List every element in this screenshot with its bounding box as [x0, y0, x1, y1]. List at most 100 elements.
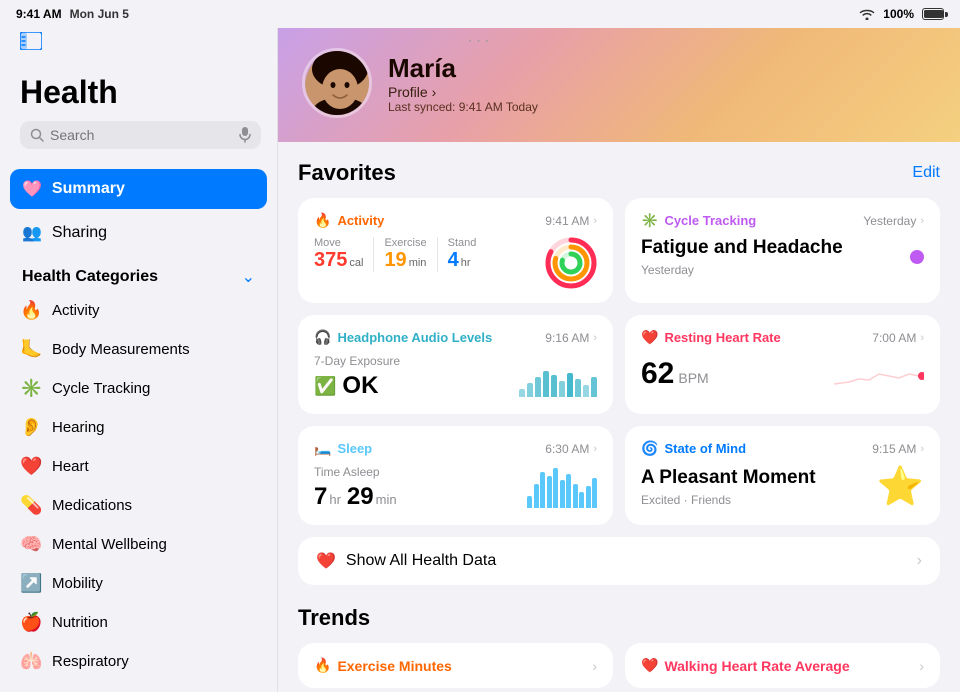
- activity-card[interactable]: 🔥 Activity 9:41 AM › Move: [298, 198, 613, 303]
- summary-icon: 🩷: [22, 179, 42, 199]
- resting-hr-card[interactable]: ❤️ Resting Heart Rate 7:00 AM › 62: [625, 315, 940, 414]
- show-all-icon: ❤️: [316, 551, 336, 571]
- activity-card-icon: 🔥: [314, 212, 331, 229]
- sidebar-item-sleep[interactable]: 🛏️ Sleep: [0, 681, 277, 692]
- resting-hr-unit: BPM: [678, 370, 708, 386]
- move-label: Move: [314, 237, 363, 249]
- sleep-card-icon: 🛏️: [314, 440, 331, 457]
- headphone-chevron-icon: ›: [593, 332, 597, 344]
- sidebar-item-hearing[interactable]: 👂 Hearing: [0, 408, 277, 447]
- stand-value: 4: [448, 249, 459, 272]
- mobility-label: Mobility: [52, 575, 103, 592]
- sidebar-item-cycle-tracking[interactable]: ✳️ Cycle Tracking: [0, 369, 277, 408]
- state-of-mind-card[interactable]: 🌀 State of Mind 9:15 AM › A Pleasant Mom…: [625, 426, 940, 525]
- cycle-symptom: Fatigue and Headache: [641, 237, 843, 259]
- sleep-label: Time Asleep: [314, 465, 397, 479]
- sidebar-item-body-measurements[interactable]: 🦶 Body Measurements: [0, 330, 277, 369]
- headphone-exposure-label: 7-Day Exposure: [314, 354, 400, 368]
- sidebar-item-heart[interactable]: ❤️ Heart: [0, 447, 277, 486]
- activity-chevron-icon: ›: [593, 215, 597, 227]
- mental-wellbeing-icon: 🧠: [20, 534, 42, 555]
- sleep-card-title: Sleep: [337, 441, 372, 456]
- sleep-min-label: min: [376, 492, 397, 507]
- sleep-bar-chart: [527, 468, 597, 508]
- stand-unit: hr: [461, 257, 471, 269]
- cycle-time: Yesterday: [863, 214, 916, 228]
- mobility-icon: ↗️: [20, 573, 42, 594]
- edit-button[interactable]: Edit: [912, 164, 940, 182]
- heart-icon: ❤️: [20, 456, 42, 477]
- search-bar[interactable]: [20, 121, 261, 149]
- cycle-tracking-label: Cycle Tracking: [52, 380, 150, 397]
- nav-item-summary[interactable]: 🩷 Summary: [10, 169, 267, 209]
- cycle-chevron-icon: ›: [920, 215, 924, 227]
- mind-value: A Pleasant Moment: [641, 467, 816, 489]
- respiratory-label: Respiratory: [52, 653, 129, 670]
- headphone-card[interactable]: 🎧 Headphone Audio Levels 9:16 AM › 7-Day…: [298, 315, 613, 414]
- sharing-label: Sharing: [52, 224, 107, 242]
- cycle-tracking-icon: ✳️: [20, 378, 42, 399]
- battery-icon: [922, 8, 944, 20]
- move-value: 375: [314, 249, 347, 272]
- profile-info: María Profile › Last synced: 9:41 AM Tod…: [388, 53, 538, 114]
- profile-header: María Profile › Last synced: 9:41 AM Tod…: [278, 28, 960, 142]
- nav-item-sharing[interactable]: 👥 Sharing: [10, 213, 267, 253]
- medications-label: Medications: [52, 497, 132, 514]
- profile-name: María: [388, 53, 538, 84]
- profile-link[interactable]: Profile ›: [388, 84, 538, 100]
- nutrition-icon: 🍎: [20, 612, 42, 633]
- cycle-card-icon: ✳️: [641, 212, 658, 229]
- sleep-chevron-icon: ›: [593, 443, 597, 455]
- resting-hr-chevron-icon: ›: [920, 332, 924, 344]
- activity-label: Activity: [52, 302, 100, 319]
- profile-sync: Last synced: 9:41 AM Today: [388, 100, 538, 114]
- hearing-label: Hearing: [52, 419, 105, 436]
- exercise-label: Exercise: [384, 237, 426, 249]
- star-icon: ⭐: [877, 465, 924, 509]
- resting-hr-value: 62: [641, 357, 674, 391]
- show-all-text: Show All Health Data: [346, 552, 907, 570]
- more-options-dots[interactable]: ···: [468, 32, 493, 50]
- exercise-trend-chevron-icon: ›: [592, 658, 597, 674]
- heart-label: Heart: [52, 458, 89, 475]
- move-unit: cal: [349, 257, 363, 269]
- categories-title: Health Categories: [22, 268, 158, 286]
- headphone-time: 9:16 AM: [545, 331, 589, 345]
- show-all-card[interactable]: ❤️ Show All Health Data ›: [298, 537, 940, 585]
- search-icon: [30, 128, 44, 142]
- heart-card-icon: ❤️: [641, 329, 658, 346]
- exercise-unit: min: [409, 257, 427, 269]
- activity-card-title: Activity: [337, 213, 384, 228]
- hr-chart: [834, 354, 924, 394]
- avatar: [302, 48, 372, 118]
- sidebar-toggle-icon[interactable]: [20, 32, 42, 50]
- favorites-title: Favorites: [298, 160, 396, 186]
- trend-walking-hr-item[interactable]: ❤️ Walking Heart Rate Average ›: [625, 643, 940, 688]
- cycle-card-title: Cycle Tracking: [664, 213, 756, 228]
- stand-label: Stand: [448, 237, 477, 249]
- sidebar: Health 🩷: [0, 28, 278, 692]
- categories-chevron-icon[interactable]: ⌄: [242, 267, 255, 287]
- trends-section: Trends 🔥 Exercise Minutes › ❤️: [298, 605, 940, 688]
- hearing-icon: 👂: [20, 417, 42, 438]
- sidebar-item-activity[interactable]: 🔥 Activity: [0, 291, 277, 330]
- search-input[interactable]: [50, 127, 233, 143]
- headphone-bar-chart: [519, 357, 597, 397]
- sidebar-item-nutrition[interactable]: 🍎 Nutrition: [0, 603, 277, 642]
- exercise-trend-label: Exercise Minutes: [337, 658, 451, 674]
- medications-icon: 💊: [20, 495, 42, 516]
- sidebar-item-respiratory[interactable]: 🫁 Respiratory: [0, 642, 277, 681]
- sidebar-item-mental-wellbeing[interactable]: 🧠 Mental Wellbeing: [0, 525, 277, 564]
- cycle-tracking-card[interactable]: ✳️ Cycle Tracking Yesterday › Fatigue an…: [625, 198, 940, 303]
- sidebar-item-mobility[interactable]: ↗️ Mobility: [0, 564, 277, 603]
- sleep-card[interactable]: 🛏️ Sleep 6:30 AM › Time Asleep: [298, 426, 613, 525]
- ok-check-icon: ✅: [314, 376, 336, 397]
- trend-exercise-item[interactable]: 🔥 Exercise Minutes ›: [298, 643, 613, 688]
- status-day: Mon Jun 5: [70, 7, 129, 21]
- cycle-date: Yesterday: [641, 263, 843, 277]
- sharing-icon: 👥: [22, 223, 42, 243]
- show-all-chevron-icon: ›: [917, 552, 922, 570]
- app-title: Health: [20, 74, 261, 111]
- sidebar-item-medications[interactable]: 💊 Medications: [0, 486, 277, 525]
- mic-icon[interactable]: [239, 127, 251, 143]
